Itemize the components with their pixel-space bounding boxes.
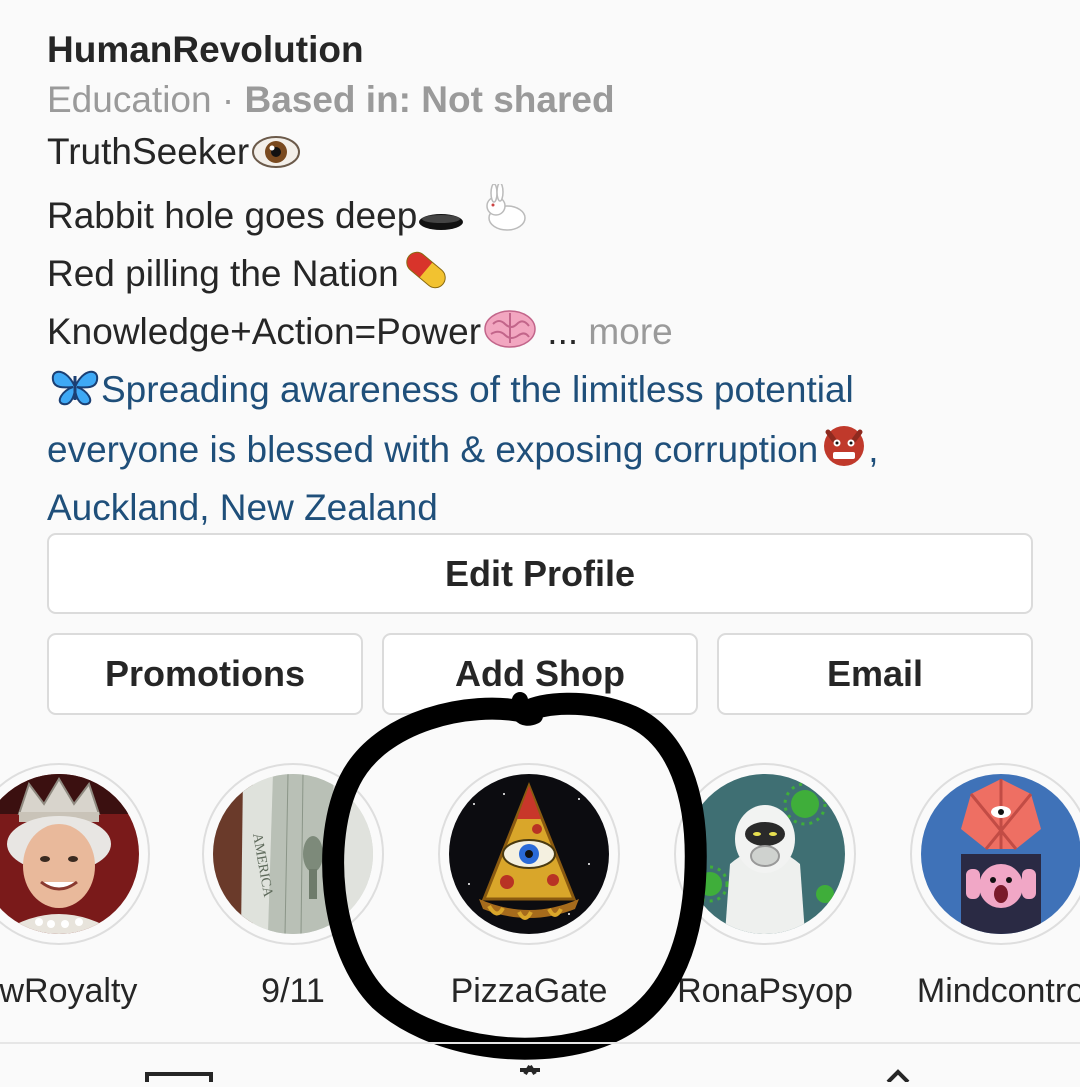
- highlight-label: RonaPsyop: [677, 972, 853, 1010]
- tv-icon[interactable]: [520, 1064, 540, 1076]
- location-link-line-1[interactable]: Spreading awareness of the limitless pot…: [47, 364, 1047, 422]
- highlight-ring: [674, 763, 856, 945]
- profile-username: HumanRevolution: [47, 29, 364, 70]
- promotions-button[interactable]: Promotions: [47, 633, 363, 715]
- category-separator: ·: [221, 79, 235, 120]
- pink-eye-figure-icon: [921, 774, 1080, 934]
- bio-text: Rabbit hole goes deep: [47, 195, 418, 236]
- eye-icon: [251, 132, 301, 184]
- grid-icon[interactable]: [145, 1072, 213, 1086]
- profile-header: HumanRevolution Education · Based in: No…: [47, 26, 1047, 534]
- highlight-ring: AMERICA: [202, 763, 384, 945]
- location-text: Auckland, New Zealand: [47, 487, 438, 528]
- highlight-ronapsyop[interactable]: RonaPsyop: [674, 763, 856, 1011]
- bio-line-1: TruthSeeker: [47, 126, 1047, 184]
- butterfly-icon: [49, 366, 101, 422]
- highlight-label: PizzaGate: [450, 972, 608, 1010]
- bio-line-2: Rabbit hole goes deep: [47, 182, 1047, 248]
- highlight-label: 9/11: [261, 972, 325, 1010]
- profile-category-line: Education · Based in: Not shared: [47, 74, 1047, 126]
- location-link-line-2[interactable]: everyone is blessed with & exposing corr…: [47, 422, 1047, 482]
- bio-text: Red pilling the Nation: [47, 253, 399, 294]
- add-shop-button[interactable]: Add Shop: [382, 633, 698, 715]
- pizza-eye-icon: [449, 774, 609, 934]
- hazmat-virus-icon: [685, 774, 845, 934]
- highlight-911[interactable]: AMERICA 9/11: [202, 763, 384, 1011]
- highlight-ring: [0, 763, 150, 945]
- bio-text: TruthSeeker: [47, 131, 250, 172]
- brain-icon: [483, 308, 537, 364]
- highlight-pizzagate[interactable]: PizzaGate: [438, 763, 620, 1011]
- highlight-label: ewRoyalty: [0, 972, 138, 1010]
- dollar-bill-icon: AMERICA: [213, 774, 373, 934]
- highlight-label: Mindcontro: [916, 972, 1080, 1010]
- profile-based-in: Based in: Not shared: [244, 79, 615, 120]
- bio-text: Knowledge+Action=Power: [47, 311, 482, 352]
- pill-icon: [401, 248, 451, 306]
- tagged-icon[interactable]: [886, 1069, 910, 1084]
- location-link-line-3[interactable]: Auckland, New Zealand: [47, 482, 1047, 534]
- queen-portrait-icon: [0, 774, 139, 934]
- email-button[interactable]: Email: [717, 633, 1033, 715]
- profile-tab-bar: [0, 1042, 1080, 1086]
- highlight-ring: [910, 763, 1080, 945]
- hole-rabbit-icon: [419, 182, 531, 248]
- profile-category[interactable]: Education: [47, 79, 212, 120]
- ogre-icon: [820, 422, 868, 482]
- highlight-mindcontrol[interactable]: Mindcontro: [910, 763, 1080, 1011]
- bio-ellipsis: ...: [547, 311, 579, 352]
- bio-line-4: Knowledge+Action=Power ... more: [47, 306, 1047, 364]
- bio-line-3: Red pilling the Nation: [47, 248, 1047, 306]
- location-text: Spreading awareness of the limitless pot…: [101, 369, 854, 410]
- location-comma: ,: [868, 429, 879, 470]
- location-text: everyone is blessed with & exposing corr…: [47, 429, 819, 470]
- highlight-royalty[interactable]: ewRoyalty: [0, 763, 150, 1011]
- more-link[interactable]: more: [588, 311, 672, 352]
- edit-profile-button[interactable]: Edit Profile: [47, 533, 1033, 614]
- highlight-ring: [438, 763, 620, 945]
